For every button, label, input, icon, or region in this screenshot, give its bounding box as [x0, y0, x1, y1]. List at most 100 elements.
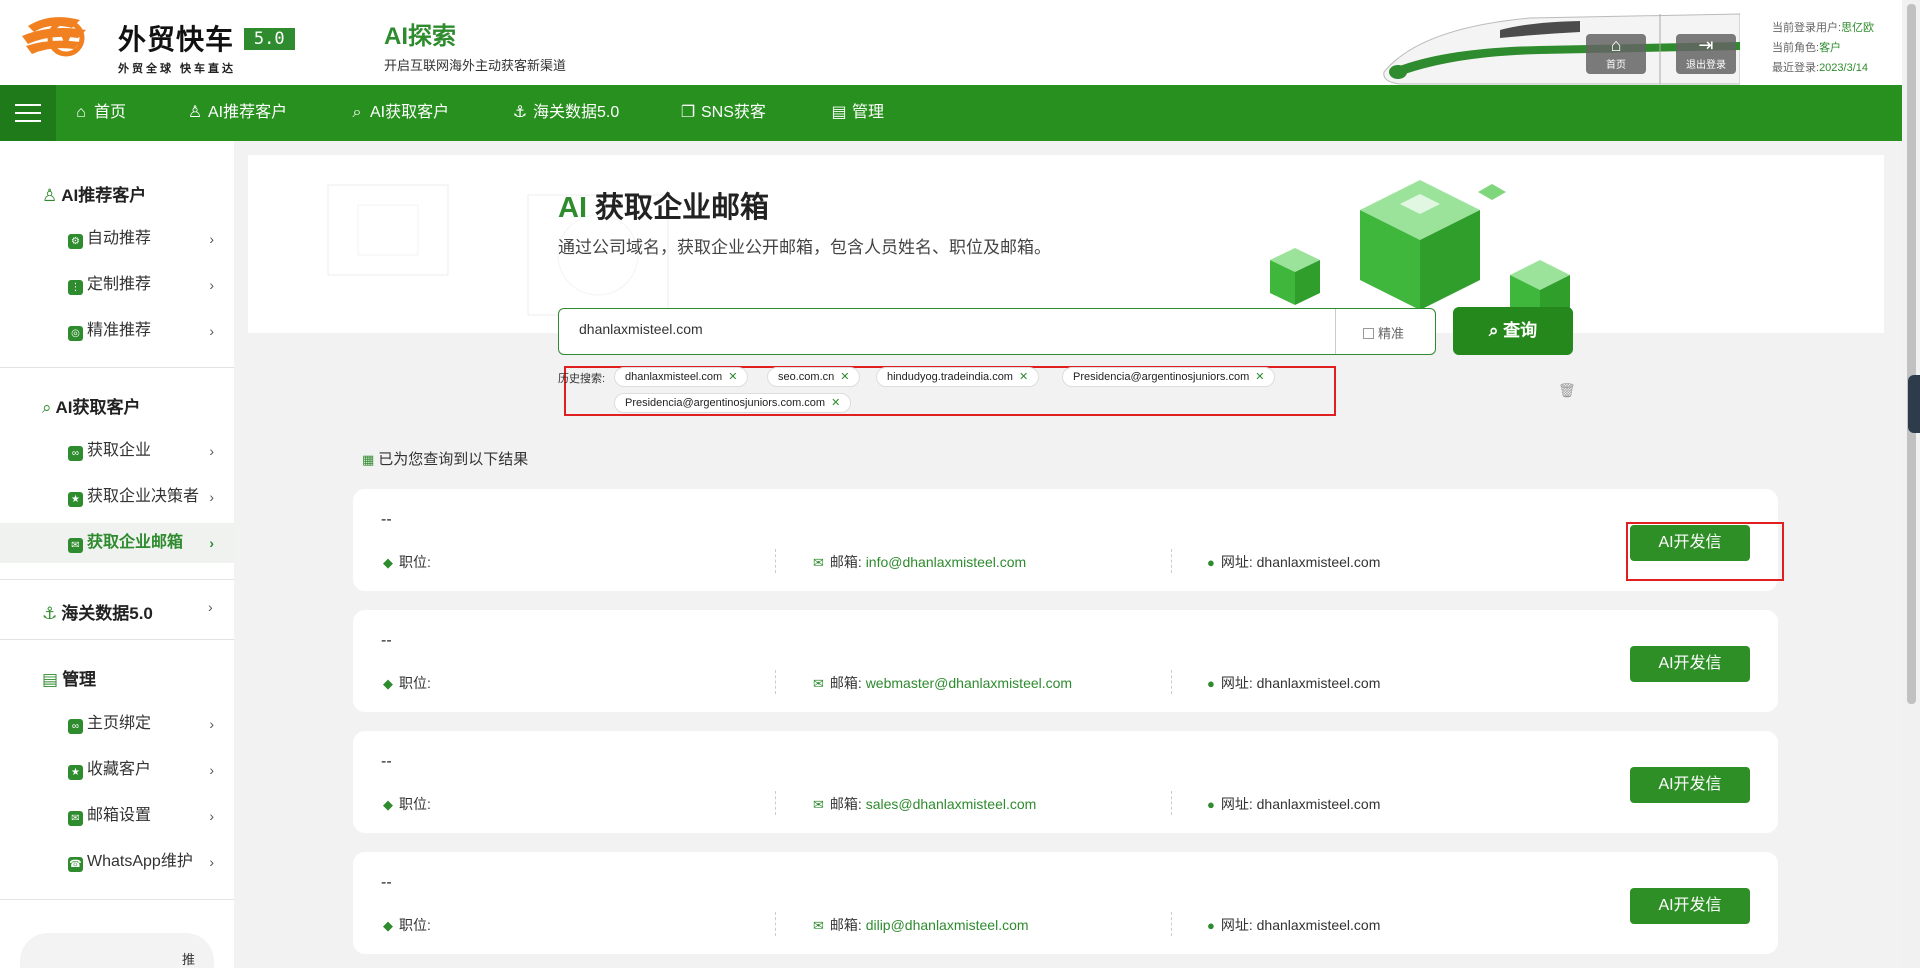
user-info: 当前登录用户:思亿欧 当前角色:客户 最近登录:2023/3/14	[1772, 18, 1874, 78]
website-value: dhanlaxmisteel.com	[1256, 554, 1381, 570]
chevron-right-icon: ›	[209, 231, 214, 247]
logout-button-label: 退出登录	[1686, 60, 1726, 71]
sidebar-group-ai-recommend[interactable]: ♙ AI推荐客户	[42, 181, 146, 206]
website-value: dhanlaxmisteel.com	[1256, 796, 1381, 812]
website-label: 网址:	[1220, 554, 1253, 570]
email-label: 邮箱:	[829, 917, 862, 933]
chevron-right-icon: ›	[209, 277, 214, 293]
nav-item-label: 海关数据5.0	[533, 104, 620, 121]
link-icon: ∞	[68, 446, 83, 461]
whatsapp-icon: ☎	[68, 857, 83, 872]
close-icon[interactable]: ✕	[1255, 371, 1264, 383]
email-link[interactable]: webmaster@dhanlaxmisteel.com	[866, 675, 1072, 691]
home-button[interactable]: ⌂ 首页	[1586, 34, 1646, 74]
nav-item-home[interactable]: ⌂ 首页	[70, 85, 126, 141]
page-title-rest: 获取企业邮箱	[587, 192, 770, 224]
sidebar-item-email-settings[interactable]: ✉ 邮箱设置 ›	[0, 796, 234, 836]
email-link[interactable]: dilip@dhanlaxmisteel.com	[866, 917, 1029, 933]
sidebar-item-get-decision-maker[interactable]: ★ 获取企业决策者 ›	[0, 477, 234, 517]
menu-toggle-button[interactable]	[0, 85, 56, 141]
sidebar-item-auto-recommend[interactable]: ⚙ 自动推荐 ›	[0, 219, 234, 259]
sidebar-group-ai-acquire[interactable]: ⌕ AI获取客户	[42, 393, 141, 418]
close-icon[interactable]: ✕	[728, 371, 737, 383]
sidebar-item-label: 获取企业	[87, 442, 152, 459]
history-chip[interactable]: seo.com.cn ✕	[767, 367, 861, 387]
close-icon[interactable]: ✕	[1019, 371, 1028, 383]
domain-search-input[interactable]	[579, 321, 1319, 337]
last-login-label: 最近登录:	[1772, 62, 1820, 74]
ai-letter-button[interactable]: AI开发信	[1630, 767, 1750, 803]
search-button[interactable]: ⌕ 查询	[1453, 307, 1573, 355]
brand-slogan: 外贸全球 快车直达	[118, 63, 237, 75]
close-icon[interactable]: ✕	[840, 371, 849, 383]
domain-search-box: 精准	[558, 308, 1436, 355]
logout-button[interactable]: ⇥ 退出登录	[1676, 34, 1736, 74]
contact-name: --	[381, 874, 392, 891]
nav-item-sns[interactable]: ❐ SNS获客	[677, 85, 766, 141]
website-label: 网址:	[1220, 917, 1253, 933]
page-title: AI 获取企业邮箱	[558, 184, 769, 226]
email-label: 邮箱:	[829, 675, 862, 691]
result-icon: ▦	[362, 452, 375, 467]
user-value: 思亿欧	[1841, 22, 1875, 34]
page-scrollbar[interactable]	[1902, 0, 1920, 968]
mail-icon: ✉	[68, 538, 83, 553]
user-icon: ♙	[42, 186, 58, 205]
sidebar-item-whatsapp[interactable]: ☎ WhatsApp维护 ›	[0, 842, 234, 882]
position-label: 职位:	[399, 796, 431, 812]
email-link[interactable]: info@dhanlaxmisteel.com	[866, 554, 1027, 570]
history-chip-label: Presidencia@argentinosjuniors.com	[1073, 371, 1250, 383]
ai-letter-button[interactable]: AI开发信	[1630, 888, 1750, 924]
history-chip[interactable]: Presidencia@argentinosjuniors.com ✕	[1062, 367, 1276, 387]
result-card: -- ◆ 职位: ✉ 邮箱: sales@dhanlaxmisteel.com ● 网…	[353, 731, 1778, 833]
sidebar-item-favorite-customers[interactable]: ★ 收藏客户 ›	[0, 750, 234, 790]
layers-icon: ◆	[383, 918, 393, 933]
sidebar-item-label: 收藏客户	[87, 761, 152, 778]
sidebar-item-get-company-email[interactable]: ✉ 获取企业邮箱 ›	[0, 523, 234, 563]
email-link[interactable]: sales@dhanlaxmisteel.com	[866, 796, 1037, 812]
email-field: ✉ 邮箱: webmaster@dhanlaxmisteel.com	[813, 673, 1072, 693]
brand: 外贸快车 5.0 外贸全球 快车直达	[118, 18, 295, 76]
history-label: 历史搜索:	[558, 373, 606, 385]
sidebar-item-label: WhatsApp维护	[87, 853, 193, 870]
document-icon: ▤	[42, 670, 59, 689]
chevron-right-icon: ›	[209, 323, 214, 339]
position-field: ◆ 职位:	[383, 915, 431, 935]
sidebar-item-precise-recommend[interactable]: ◎ 精准推荐 ›	[0, 311, 234, 351]
history-chip[interactable]: dhanlaxmisteel.com ✕	[614, 367, 749, 387]
result-card: -- ◆ 职位: ✉ 邮箱: webmaster@dhanlaxmisteel.co…	[353, 610, 1778, 712]
position-field: ◆ 职位:	[383, 794, 431, 814]
scrollbar-thumb[interactable]	[1907, 4, 1916, 704]
precise-checkbox[interactable]: 精准	[1363, 323, 1404, 342]
sidebar-group-manage[interactable]: ▤ 管理	[42, 665, 96, 690]
robot-icon: ⚙	[68, 234, 83, 249]
target-icon: ◎	[68, 326, 83, 341]
sidebar-item-label: 精准推荐	[87, 322, 152, 339]
website-value: dhanlaxmisteel.com	[1256, 917, 1381, 933]
trash-icon[interactable]: 🗑	[1558, 382, 1576, 399]
sidebar-item-get-company[interactable]: ∞ 获取企业 ›	[0, 431, 234, 471]
sidebar-item-custom-recommend[interactable]: ⋮ 定制推荐 ›	[0, 265, 234, 305]
history-chip[interactable]: Presidencia@argentinosjuniors.com.com ✕	[614, 393, 852, 413]
nav-item-manage[interactable]: ▤ 管理	[828, 85, 884, 141]
home-icon: ⌂	[1610, 35, 1622, 55]
nav-item-label: SNS获客	[701, 104, 766, 121]
sliders-icon: ⋮	[68, 280, 83, 295]
result-heading: ▦ 已为您查询到以下结果	[362, 448, 528, 469]
ai-letter-button[interactable]: AI开发信	[1630, 646, 1750, 682]
history-chip[interactable]: hindudyog.tradeindia.com ✕	[876, 367, 1040, 387]
sidebar-item-label: 自动推荐	[87, 230, 152, 247]
globe-icon: ●	[1207, 555, 1215, 570]
side-tab-handle[interactable]	[1908, 375, 1920, 433]
sidebar-group-customs-data[interactable]: ⚓ 海关数据5.0	[42, 599, 153, 624]
chat-icon: ❐	[680, 104, 696, 121]
sidebar-item-homepage-binding[interactable]: ∞ 主页绑定 ›	[0, 704, 234, 744]
sidebar-bottom-card[interactable]: 推	[20, 933, 214, 968]
email-label: 邮箱:	[829, 796, 862, 812]
nav-item-ai-acquire[interactable]: ⌕ AI获取客户	[346, 85, 450, 141]
nav-item-customs-data[interactable]: ⚓ 海关数据5.0	[509, 85, 619, 141]
anchor-icon: ⚓	[512, 104, 528, 121]
top-header: 外贸快车 5.0 外贸全球 快车直达 AI探索 开启互联网海外主动获客新渠道 ⌂…	[0, 0, 1902, 85]
close-icon[interactable]: ✕	[831, 397, 840, 409]
nav-item-ai-recommend[interactable]: ♙ AI推荐客户	[184, 85, 287, 141]
